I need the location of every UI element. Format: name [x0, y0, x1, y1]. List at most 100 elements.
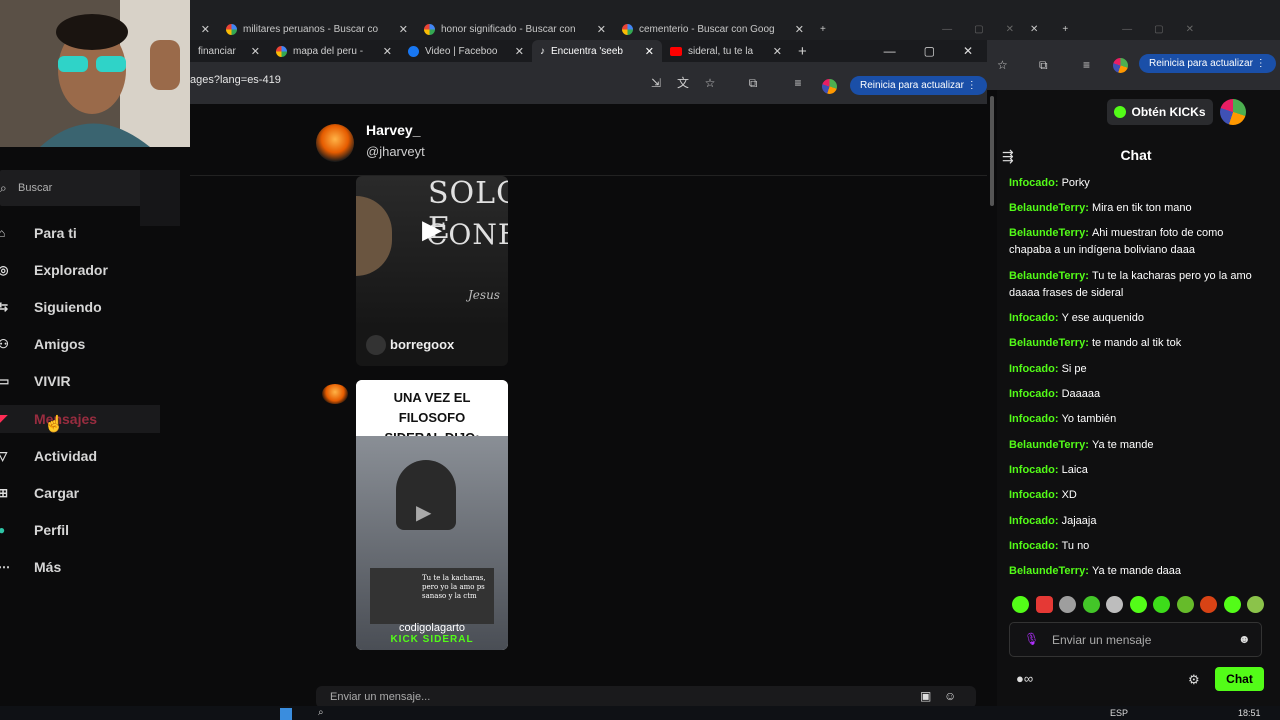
chat-username[interactable]: Infocado	[1009, 312, 1055, 324]
minimize-icon[interactable]: —	[884, 44, 896, 58]
sidebar-item-mensajes[interactable]: ◤ Mensajes	[0, 405, 160, 433]
chat-username[interactable]: BelaundeTerry	[1009, 565, 1085, 577]
clock[interactable]: 18:51	[1238, 708, 1261, 718]
sidebar-item-explorador[interactable]: ◎ Explorador	[0, 256, 160, 284]
minimize-icon[interactable]: —	[942, 24, 952, 35]
close-icon[interactable]: ✕	[645, 45, 654, 58]
more-vert-icon[interactable]: ⋮	[1256, 58, 1266, 69]
collapse-chat-icon[interactable]: ⇶	[1002, 148, 1014, 165]
play-icon[interactable]: ▶	[422, 214, 442, 245]
sidebar-item-cargar[interactable]: ⊞ Cargar	[0, 479, 160, 507]
emote-icon[interactable]	[1012, 596, 1029, 613]
play-icon[interactable]: ▶	[416, 500, 431, 525]
search-icon[interactable]: ⌕	[318, 707, 324, 718]
close-icon[interactable]: ✕	[1006, 24, 1014, 35]
chat-username[interactable]: BelaundeTerry	[1009, 202, 1085, 214]
chat-username[interactable]: BelaundeTerry	[1009, 337, 1085, 349]
close-icon[interactable]: ✕	[795, 23, 804, 36]
address-bar[interactable]: ages?lang=es-419	[190, 74, 281, 86]
chat-username[interactable]: Infocado	[1009, 177, 1055, 189]
chat-username[interactable]: BelaundeTerry	[1009, 270, 1085, 282]
emoji-icon[interactable]: ☺	[944, 689, 956, 703]
tiktok-message-input[interactable]: Enviar un mensaje... ▣ ☺	[316, 686, 976, 708]
sidebar-item-actividad[interactable]: ▽ Actividad	[0, 442, 160, 470]
profile-avatar-icon[interactable]	[822, 79, 837, 94]
restart-to-update-button[interactable]: Reinicia para actualizar ⋮	[850, 76, 987, 95]
sidebar-item-perfil[interactable]: ● Perfil	[0, 516, 160, 544]
new-tab-button[interactable]: +	[790, 40, 820, 62]
close-icon[interactable]: ✕	[201, 23, 210, 36]
close-icon[interactable]: ✕	[515, 45, 524, 58]
emote-icon[interactable]	[1176, 596, 1194, 613]
background-tab-close[interactable]: ✕	[190, 18, 218, 40]
plus-icon[interactable]: +	[798, 43, 807, 60]
contact-name[interactable]: Harvey_	[366, 122, 421, 138]
contact-avatar[interactable]	[316, 124, 354, 162]
sidebar-item-siguiendo[interactable]: ⇆ Siguiendo	[0, 293, 160, 321]
background-tab[interactable]: honor significado - Buscar con ✕	[416, 18, 614, 40]
chat-username[interactable]: Infocado	[1009, 489, 1055, 501]
video-creator-username[interactable]: borregoox	[390, 337, 454, 352]
close-icon[interactable]: ✕	[383, 45, 392, 58]
send-chat-button[interactable]: Chat	[1215, 667, 1264, 691]
chat-username[interactable]: Infocado	[1009, 515, 1055, 527]
chat-username[interactable]: Infocado	[1009, 540, 1055, 552]
background-tab[interactable]: militares peruanos - Buscar co ✕	[218, 18, 416, 40]
emote-icon[interactable]	[1106, 596, 1123, 613]
maximize-icon[interactable]: ▢	[1154, 24, 1163, 35]
emote-icon[interactable]	[1035, 596, 1053, 613]
sidebar-item-mas[interactable]: ⋯ Más	[0, 553, 160, 581]
close-icon[interactable]: ✕	[399, 23, 408, 36]
get-kicks-button[interactable]: Obtén KICKs	[1107, 99, 1213, 125]
maximize-icon[interactable]: ▢	[924, 44, 935, 58]
shared-video-card[interactable]: UNA VEZ EL FILOSOFO SIDERAL DIJO: ▶ Tu t…	[356, 380, 508, 650]
user-avatar[interactable]	[1220, 99, 1246, 125]
chat-message-input[interactable]: 🎙 Enviar un mensaje ☻	[1009, 622, 1262, 657]
emote-icon[interactable]	[1200, 596, 1217, 613]
right-window-new-tab[interactable]: ✕ +	[1022, 18, 1082, 40]
bookmark-star-icon[interactable]: ☆	[997, 58, 1008, 72]
microphone-icon[interactable]: 🎙	[1024, 632, 1039, 646]
image-attach-icon[interactable]: ▣	[920, 689, 931, 703]
emoji-icon[interactable]: ☻	[1238, 632, 1251, 646]
plus-icon[interactable]: +	[820, 24, 826, 35]
language-indicator[interactable]: ESP	[1110, 708, 1128, 718]
profile-avatar-icon[interactable]	[1113, 58, 1128, 73]
translate-icon[interactable]: 文	[676, 76, 690, 90]
tab-tiktok-active[interactable]: ♪ Encuentra 'seeb ✕	[532, 40, 662, 62]
close-icon[interactable]: ✕	[963, 44, 973, 58]
tab-financiar[interactable]: financiar ✕	[190, 40, 268, 62]
sidebar-item-para-ti[interactable]: ⌂ Para ti	[0, 219, 160, 247]
gear-icon[interactable]: ⚙	[1188, 672, 1200, 688]
scrollbar-thumb[interactable]	[990, 96, 994, 206]
sidebar-item-vivir[interactable]: ▭ VIVIR	[0, 367, 160, 395]
chat-username[interactable]: BelaundeTerry	[1009, 227, 1085, 239]
contact-handle[interactable]: @jharveyt	[366, 144, 425, 159]
chat-username[interactable]: Infocado	[1009, 388, 1055, 400]
tab-youtube-sideral[interactable]: sideral, tu te la ✕	[662, 40, 790, 62]
maximize-icon[interactable]: ▢	[974, 24, 983, 35]
close-icon[interactable]: ✕	[1186, 24, 1194, 35]
search-input[interactable]: ⌕ Buscar	[0, 170, 180, 226]
scrollbar[interactable]	[987, 90, 997, 706]
restart-to-update-button[interactable]: Reinicia para actualizar ⋮	[1139, 54, 1276, 73]
bookmark-star-icon[interactable]: ☆	[703, 76, 717, 90]
extensions-icon[interactable]: ⧉	[746, 76, 760, 90]
minimize-icon[interactable]: —	[1122, 24, 1132, 35]
sidebar-item-amigos[interactable]: ⚇ Amigos	[0, 330, 160, 358]
install-app-icon[interactable]: ⇲	[649, 76, 663, 90]
shared-video-card[interactable]: SOLO E CONFU ▶ Jesus borregoox	[356, 176, 508, 366]
background-tab[interactable]: cementerio - Buscar con Goog ✕	[614, 18, 812, 40]
close-icon[interactable]: ✕	[773, 45, 782, 58]
extensions-icon[interactable]: ⧉	[1039, 58, 1048, 73]
emote-icon[interactable]	[1129, 596, 1147, 613]
tab-facebook-video[interactable]: Video | Faceboo ✕	[400, 40, 532, 62]
chat-username[interactable]: Infocado	[1009, 464, 1055, 476]
users-icon[interactable]: ●∞	[1016, 671, 1033, 686]
close-icon[interactable]: ✕	[251, 45, 260, 58]
more-vert-icon[interactable]: ⋮	[967, 80, 977, 91]
close-icon[interactable]: ✕	[1030, 24, 1038, 35]
emote-icon[interactable]	[1153, 596, 1170, 613]
media-controls-icon[interactable]: ≡	[1083, 58, 1090, 72]
emote-icon[interactable]	[1223, 596, 1241, 613]
